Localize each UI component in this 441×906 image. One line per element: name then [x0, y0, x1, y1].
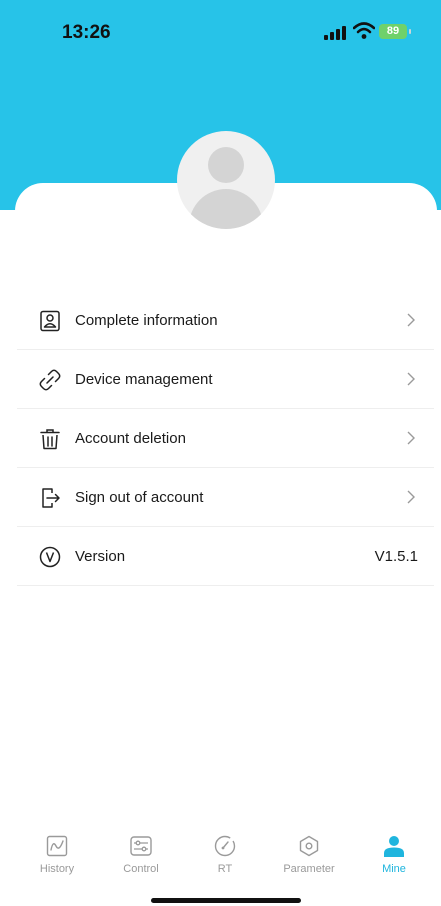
settings-menu: Complete information Device management A… [17, 291, 434, 586]
chevron-right-icon [407, 313, 415, 327]
user-avatar-icon[interactable] [177, 131, 275, 229]
hexagon-icon [299, 835, 319, 857]
menu-item-version: Version V1.5.1 [17, 527, 434, 586]
menu-item-complete-information[interactable]: Complete information [17, 291, 434, 350]
battery-level: 89 [386, 25, 400, 37]
version-label: Version [75, 548, 126, 565]
chevron-right-icon [407, 372, 415, 386]
tab-label: Control [123, 863, 159, 875]
tab-label: Parameter [283, 863, 335, 875]
tab-label: Mine [382, 863, 406, 875]
tab-parameter[interactable]: Parameter [274, 828, 344, 875]
mine-screen: 13:26 89 Complete information Device man… [0, 0, 441, 906]
status-bar: 13:26 89 [0, 0, 441, 50]
menu-item-label: Device management [75, 371, 213, 388]
tab-history[interactable]: History [22, 828, 92, 875]
wifi-icon [353, 22, 375, 39]
sliders-icon [130, 836, 152, 856]
cellular-signal-icon [324, 24, 348, 40]
user-icon [384, 836, 404, 857]
battery-indicator: 89 [379, 24, 411, 39]
menu-item-label: Complete information [75, 312, 218, 329]
menu-item-device-management[interactable]: Device management [17, 350, 434, 409]
menu-item-label: Account deletion [75, 430, 186, 447]
home-indicator[interactable] [151, 898, 301, 903]
menu-item-sign-out[interactable]: Sign out of account [17, 468, 434, 527]
tab-mine[interactable]: Mine [359, 828, 429, 875]
tab-rt[interactable]: RT [190, 828, 260, 875]
gauge-icon [214, 835, 236, 857]
logout-icon [42, 488, 60, 508]
chart-line-icon [46, 835, 68, 857]
chevron-right-icon [407, 431, 415, 445]
version-value: V1.5.1 [374, 548, 418, 565]
tab-control[interactable]: Control [106, 828, 176, 875]
menu-item-account-deletion[interactable]: Account deletion [17, 409, 434, 468]
menu-item-label: Sign out of account [75, 489, 204, 506]
tab-label: History [39, 863, 75, 875]
id-card-icon [40, 310, 60, 332]
version-icon [39, 546, 61, 568]
chevron-right-icon [407, 490, 415, 504]
bottom-tab-bar: History Control RT Parameter Mine [0, 828, 441, 888]
status-time: 13:26 [62, 22, 111, 43]
unlink-icon [39, 369, 61, 391]
trash-icon [40, 429, 60, 450]
tab-label: RT [217, 863, 233, 875]
